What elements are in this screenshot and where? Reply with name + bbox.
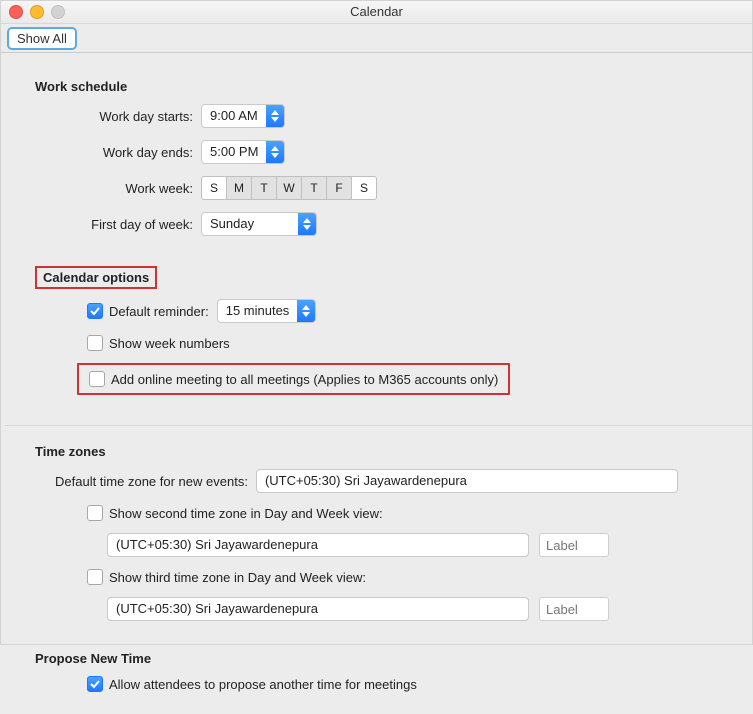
first-day-of-week-select[interactable]: Sunday: [201, 212, 317, 236]
default-reminder-checkbox[interactable]: [87, 303, 103, 319]
third-tz-checkbox[interactable]: [87, 569, 103, 585]
propose-allow-checkbox[interactable]: [87, 676, 103, 692]
second-tz-value: (UTC+05:30) Sri Jayawardenepura: [108, 534, 510, 556]
time-zones-heading: Time zones: [35, 444, 722, 459]
default-reminder-row: Default reminder: 15 minutes: [87, 299, 722, 323]
first-day-of-week-label: First day of week:: [35, 217, 201, 232]
first-day-of-week-value: Sunday: [202, 213, 298, 235]
show-week-numbers-row: Show week numbers: [87, 335, 722, 351]
calendar-options-heading: Calendar options: [43, 270, 149, 285]
default-reminder-value: 15 minutes: [218, 300, 298, 322]
window-title: Calendar: [1, 1, 752, 23]
propose-allow-label: Allow attendees to propose another time …: [109, 677, 417, 692]
calendar-options-highlight: Calendar options: [35, 266, 157, 289]
weekday-toggle-5[interactable]: F: [326, 176, 352, 200]
add-online-meeting-checkbox[interactable]: [89, 371, 105, 387]
third-tz-row: Show third time zone in Day and Week vie…: [87, 569, 722, 585]
weekday-toggle-3[interactable]: W: [276, 176, 302, 200]
third-tz-value: (UTC+05:30) Sri Jayawardenepura: [108, 598, 510, 620]
default-reminder-select[interactable]: 15 minutes: [217, 299, 317, 323]
show-all-button[interactable]: Show All: [7, 27, 77, 50]
work-day-ends-select[interactable]: 5:00 PM: [201, 140, 285, 164]
work-day-starts-select[interactable]: 9:00 AM: [201, 104, 285, 128]
second-tz-checkbox[interactable]: [87, 505, 103, 521]
third-tz-label: Show third time zone in Day and Week vie…: [109, 570, 366, 585]
work-week-toggle-group: SMTWTFS: [201, 176, 377, 200]
work-week-label: Work week:: [35, 181, 201, 196]
stepper-icon: [510, 598, 528, 620]
titlebar: Calendar: [1, 1, 752, 24]
default-time-zone-select[interactable]: (UTC+05:30) Sri Jayawardenepura: [256, 469, 678, 493]
add-online-meeting-label: Add online meeting to all meetings (Appl…: [111, 372, 498, 387]
add-online-meeting-highlight: Add online meeting to all meetings (Appl…: [77, 363, 510, 395]
preferences-window: Calendar Show All Work schedule Work day…: [0, 0, 753, 645]
weekday-toggle-0[interactable]: S: [201, 176, 227, 200]
second-tz-label-input: [539, 533, 609, 557]
work-day-ends-value: 5:00 PM: [202, 141, 266, 163]
work-schedule-heading: Work schedule: [35, 79, 722, 94]
propose-heading: Propose New Time: [35, 651, 722, 666]
second-tz-label: Show second time zone in Day and Week vi…: [109, 506, 383, 521]
third-tz-select[interactable]: (UTC+05:30) Sri Jayawardenepura: [107, 597, 529, 621]
default-time-zone-label: Default time zone for new events:: [55, 474, 256, 489]
weekday-toggle-4[interactable]: T: [301, 176, 327, 200]
show-week-numbers-checkbox[interactable]: [87, 335, 103, 351]
weekday-toggle-6[interactable]: S: [351, 176, 377, 200]
work-day-starts-label: Work day starts:: [35, 109, 201, 124]
propose-allow-row: Allow attendees to propose another time …: [87, 676, 722, 692]
toolbar: Show All: [1, 24, 752, 53]
stepper-icon: [266, 105, 284, 127]
stepper-icon: [510, 534, 528, 556]
stepper-icon: [659, 470, 677, 492]
content: Work schedule Work day starts: 9:00 AM W…: [1, 53, 752, 714]
weekday-toggle-1[interactable]: M: [226, 176, 252, 200]
stepper-icon: [298, 213, 316, 235]
work-day-ends-label: Work day ends:: [35, 145, 201, 160]
default-reminder-label: Default reminder:: [109, 304, 209, 319]
weekday-toggle-2[interactable]: T: [251, 176, 277, 200]
section-divider: [5, 425, 752, 426]
work-day-starts-value: 9:00 AM: [202, 105, 266, 127]
show-week-numbers-label: Show week numbers: [109, 336, 230, 351]
second-tz-row: Show second time zone in Day and Week vi…: [87, 505, 722, 521]
stepper-icon: [297, 300, 315, 322]
stepper-icon: [266, 141, 284, 163]
default-time-zone-value: (UTC+05:30) Sri Jayawardenepura: [257, 470, 659, 492]
second-tz-select[interactable]: (UTC+05:30) Sri Jayawardenepura: [107, 533, 529, 557]
third-tz-label-input: [539, 597, 609, 621]
